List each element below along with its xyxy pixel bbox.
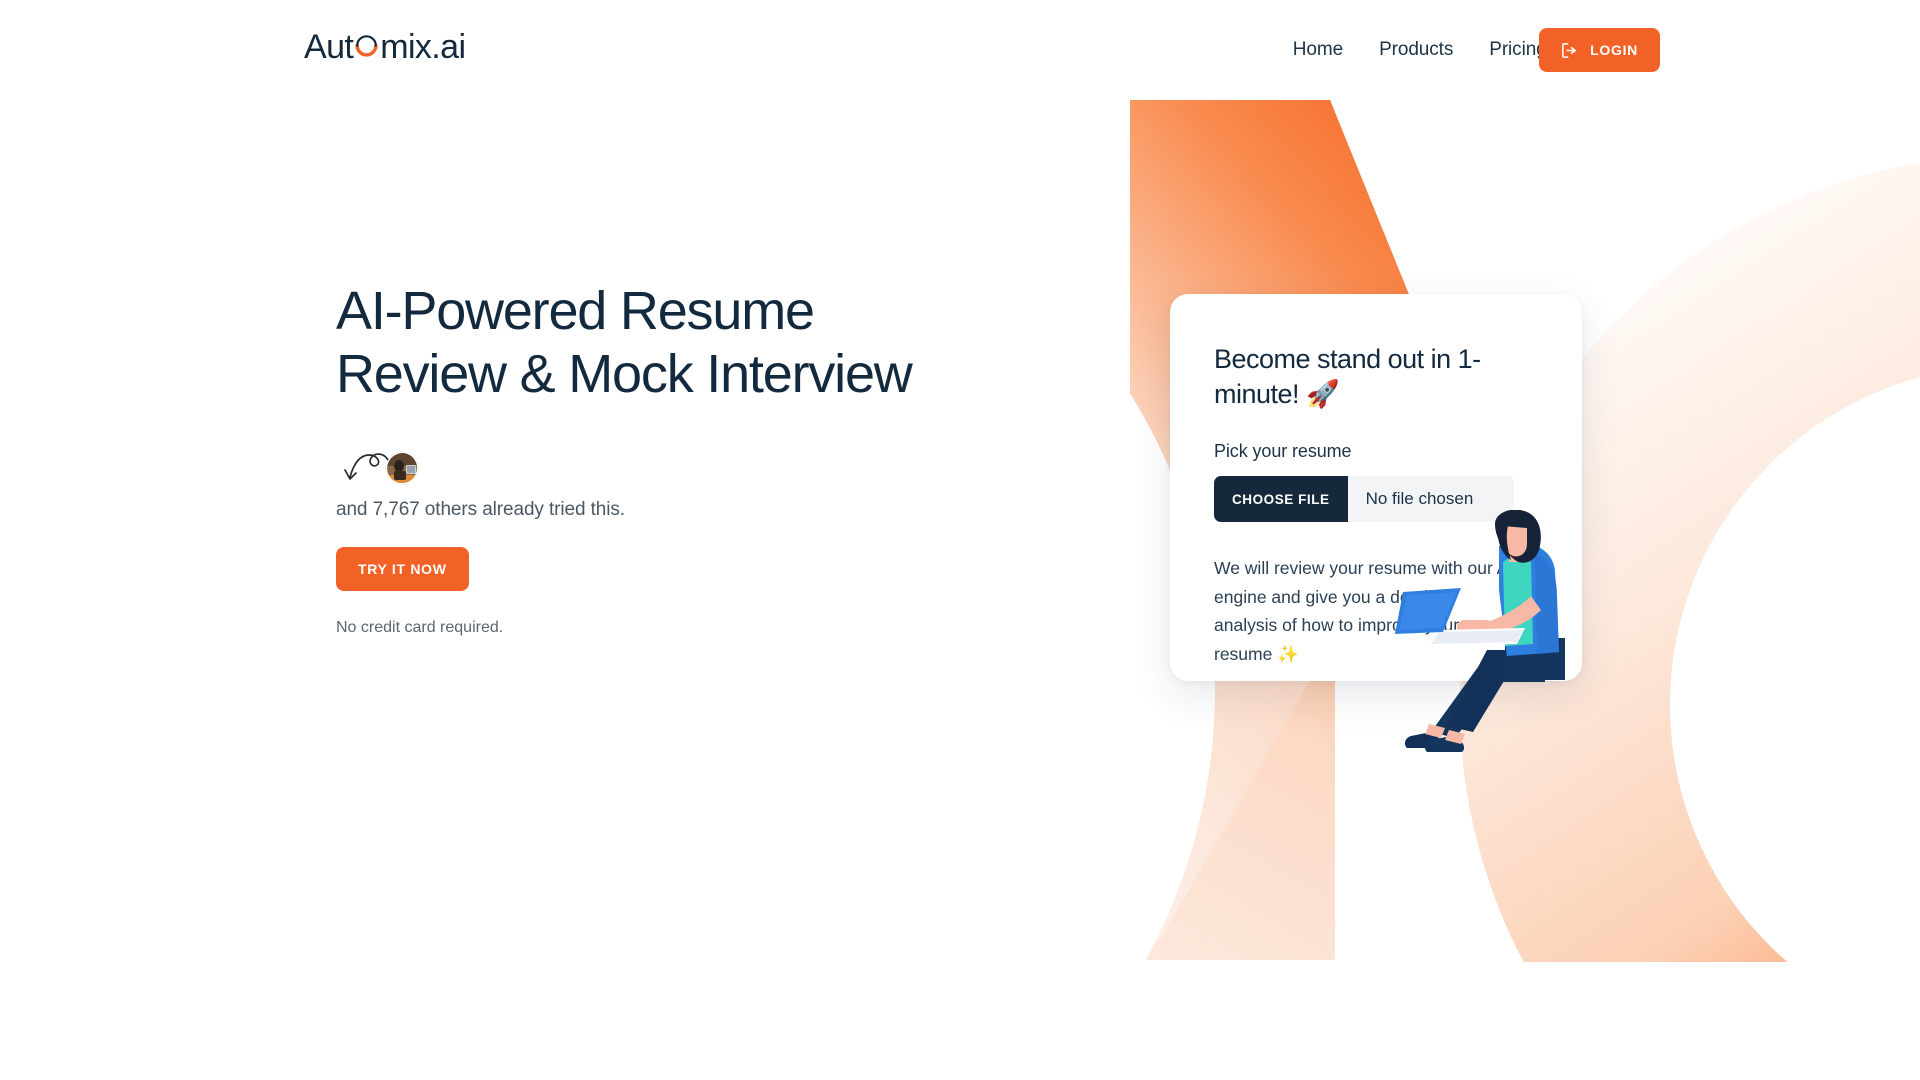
logo-text-post: mix.ai: [380, 28, 466, 66]
brand-logo[interactable]: Aut mix.ai: [304, 28, 466, 67]
nav-item-products[interactable]: Products: [1379, 39, 1453, 61]
hero-title: AI-Powered Resume Review & Mock Intervie…: [336, 281, 913, 404]
user-avatar: [386, 452, 418, 485]
nav-item-pricing[interactable]: Pricing: [1489, 39, 1546, 61]
card-title: Become stand out in 1-minute! 🚀: [1214, 344, 1481, 409]
choose-file-button[interactable]: CHOOSE FILE: [1214, 476, 1348, 523]
site-header: Aut mix.ai Home Products Pricing About Us…: [0, 0, 1920, 100]
login-button[interactable]: LOGIN: [1539, 28, 1660, 72]
main-navigation: Home Products Pricing About Us LOGIN: [1293, 0, 1660, 100]
person-with-laptop-illustration: [1395, 509, 1595, 775]
hero-content: AI-Powered Resume Review & Mock Intervie…: [336, 280, 976, 637]
pick-resume-label: Pick your resume: [1214, 441, 1352, 462]
no-credit-card-note: No credit card required.: [336, 619, 504, 637]
login-arrow-icon: [1561, 42, 1578, 59]
logo-text-pre: Aut: [304, 28, 354, 66]
try-it-now-button[interactable]: TRY IT NOW: [336, 547, 469, 592]
login-button-label: LOGIN: [1590, 42, 1638, 58]
landing-page: Aut mix.ai Home Products Pricing About Us…: [0, 0, 1920, 1080]
social-proof-visual: [336, 451, 976, 491]
logo-o-icon: [354, 34, 379, 59]
social-proof-text: and 7,767 others already tried this.: [336, 499, 625, 521]
nav-item-home[interactable]: Home: [1293, 39, 1343, 61]
